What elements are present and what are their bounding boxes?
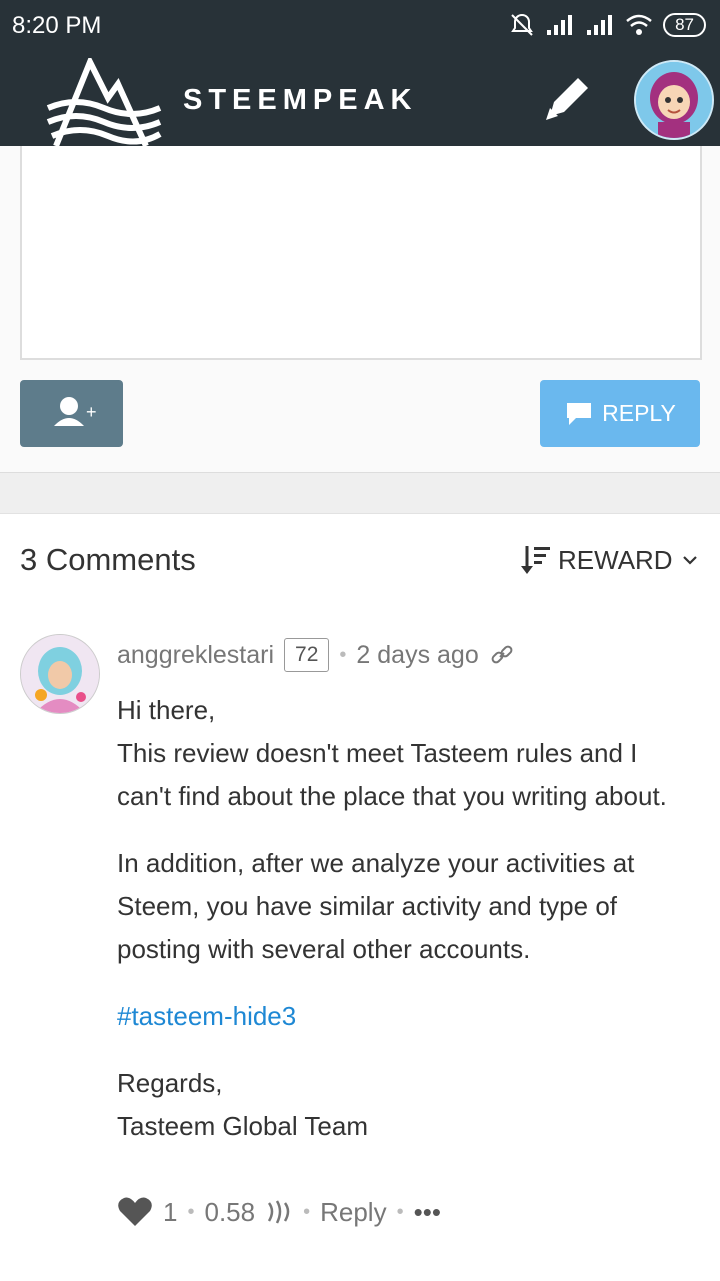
sort-label: REWARD — [558, 544, 673, 575]
vote-count[interactable]: 1 — [163, 1197, 177, 1228]
avatar-image-icon — [636, 62, 712, 138]
user-avatar[interactable] — [634, 60, 714, 140]
comment-author[interactable]: anggreklestari — [117, 641, 274, 670]
speech-bubble-icon — [567, 402, 592, 425]
bell-muted-icon — [511, 13, 533, 36]
separator-dot: • — [303, 1200, 311, 1223]
comments-section: 3 Comments REWARD anggreklestari 72 • 2 … — [0, 513, 720, 1281]
comment-reply-link[interactable]: Reply — [320, 1197, 386, 1228]
reputation-badge: 72 — [284, 638, 330, 672]
separator-dot: • — [396, 1200, 404, 1223]
comment-line1: This review doesn't meet Tasteem rules a… — [117, 738, 667, 811]
comment-signature: Tasteem Global Team — [117, 1111, 368, 1141]
author-photo-icon — [21, 635, 99, 713]
signal-icon-2 — [587, 15, 613, 35]
signal-icon — [547, 15, 573, 35]
brand-name[interactable]: STEEMPEAK — [183, 84, 417, 117]
separator-dot: • — [339, 643, 347, 666]
status-time: 8:20 PM — [12, 12, 102, 39]
steempeak-logo-icon[interactable] — [46, 58, 162, 148]
payout-value[interactable]: 0.58 — [204, 1197, 255, 1228]
battery-indicator: 87 — [663, 13, 706, 37]
wifi-icon — [626, 14, 652, 35]
hashtag-link[interactable]: #tasteem-hide3 — [117, 1001, 296, 1031]
comment-greeting: Hi there, — [117, 695, 216, 725]
comment-author-avatar[interactable] — [20, 634, 100, 714]
reply-textarea[interactable] — [20, 146, 702, 360]
reply-button[interactable]: REPLY — [540, 380, 700, 447]
pencil-icon[interactable] — [540, 70, 596, 126]
comment-meta: anggreklestari 72 • 2 days ago — [117, 638, 515, 672]
add-user-button[interactable]: + — [20, 380, 123, 447]
heart-icon[interactable] — [117, 1196, 153, 1228]
comment-body: Hi there, This review doesn't meet Taste… — [117, 689, 697, 1172]
more-options-icon[interactable]: ••• — [414, 1197, 441, 1228]
separator-dot: • — [187, 1200, 195, 1223]
status-icons: 87 — [509, 10, 706, 40]
link-icon[interactable] — [489, 642, 515, 668]
comment-paragraph-2: In addition, after we analyze your activ… — [117, 848, 635, 964]
sort-descending-icon — [521, 546, 550, 574]
comment-time[interactable]: 2 days ago — [356, 641, 478, 670]
steem-icon — [268, 1200, 290, 1224]
sort-dropdown[interactable]: REWARD — [520, 544, 701, 576]
reply-box: + REPLY — [0, 146, 720, 473]
status-bar: 8:20 PM 87 — [0, 0, 720, 50]
comment-actions: 1 • 0.58 • Reply • ••• — [117, 1196, 441, 1228]
add-user-icon: + — [54, 397, 97, 426]
comments-count-title: 3 Comments — [20, 542, 196, 577]
reply-button-label: REPLY — [602, 400, 676, 426]
app-header: STEEMPEAK — [0, 50, 720, 148]
svg-text:+: + — [86, 402, 97, 422]
chevron-down-icon — [682, 556, 697, 565]
comment-regards: Regards, — [117, 1068, 223, 1098]
